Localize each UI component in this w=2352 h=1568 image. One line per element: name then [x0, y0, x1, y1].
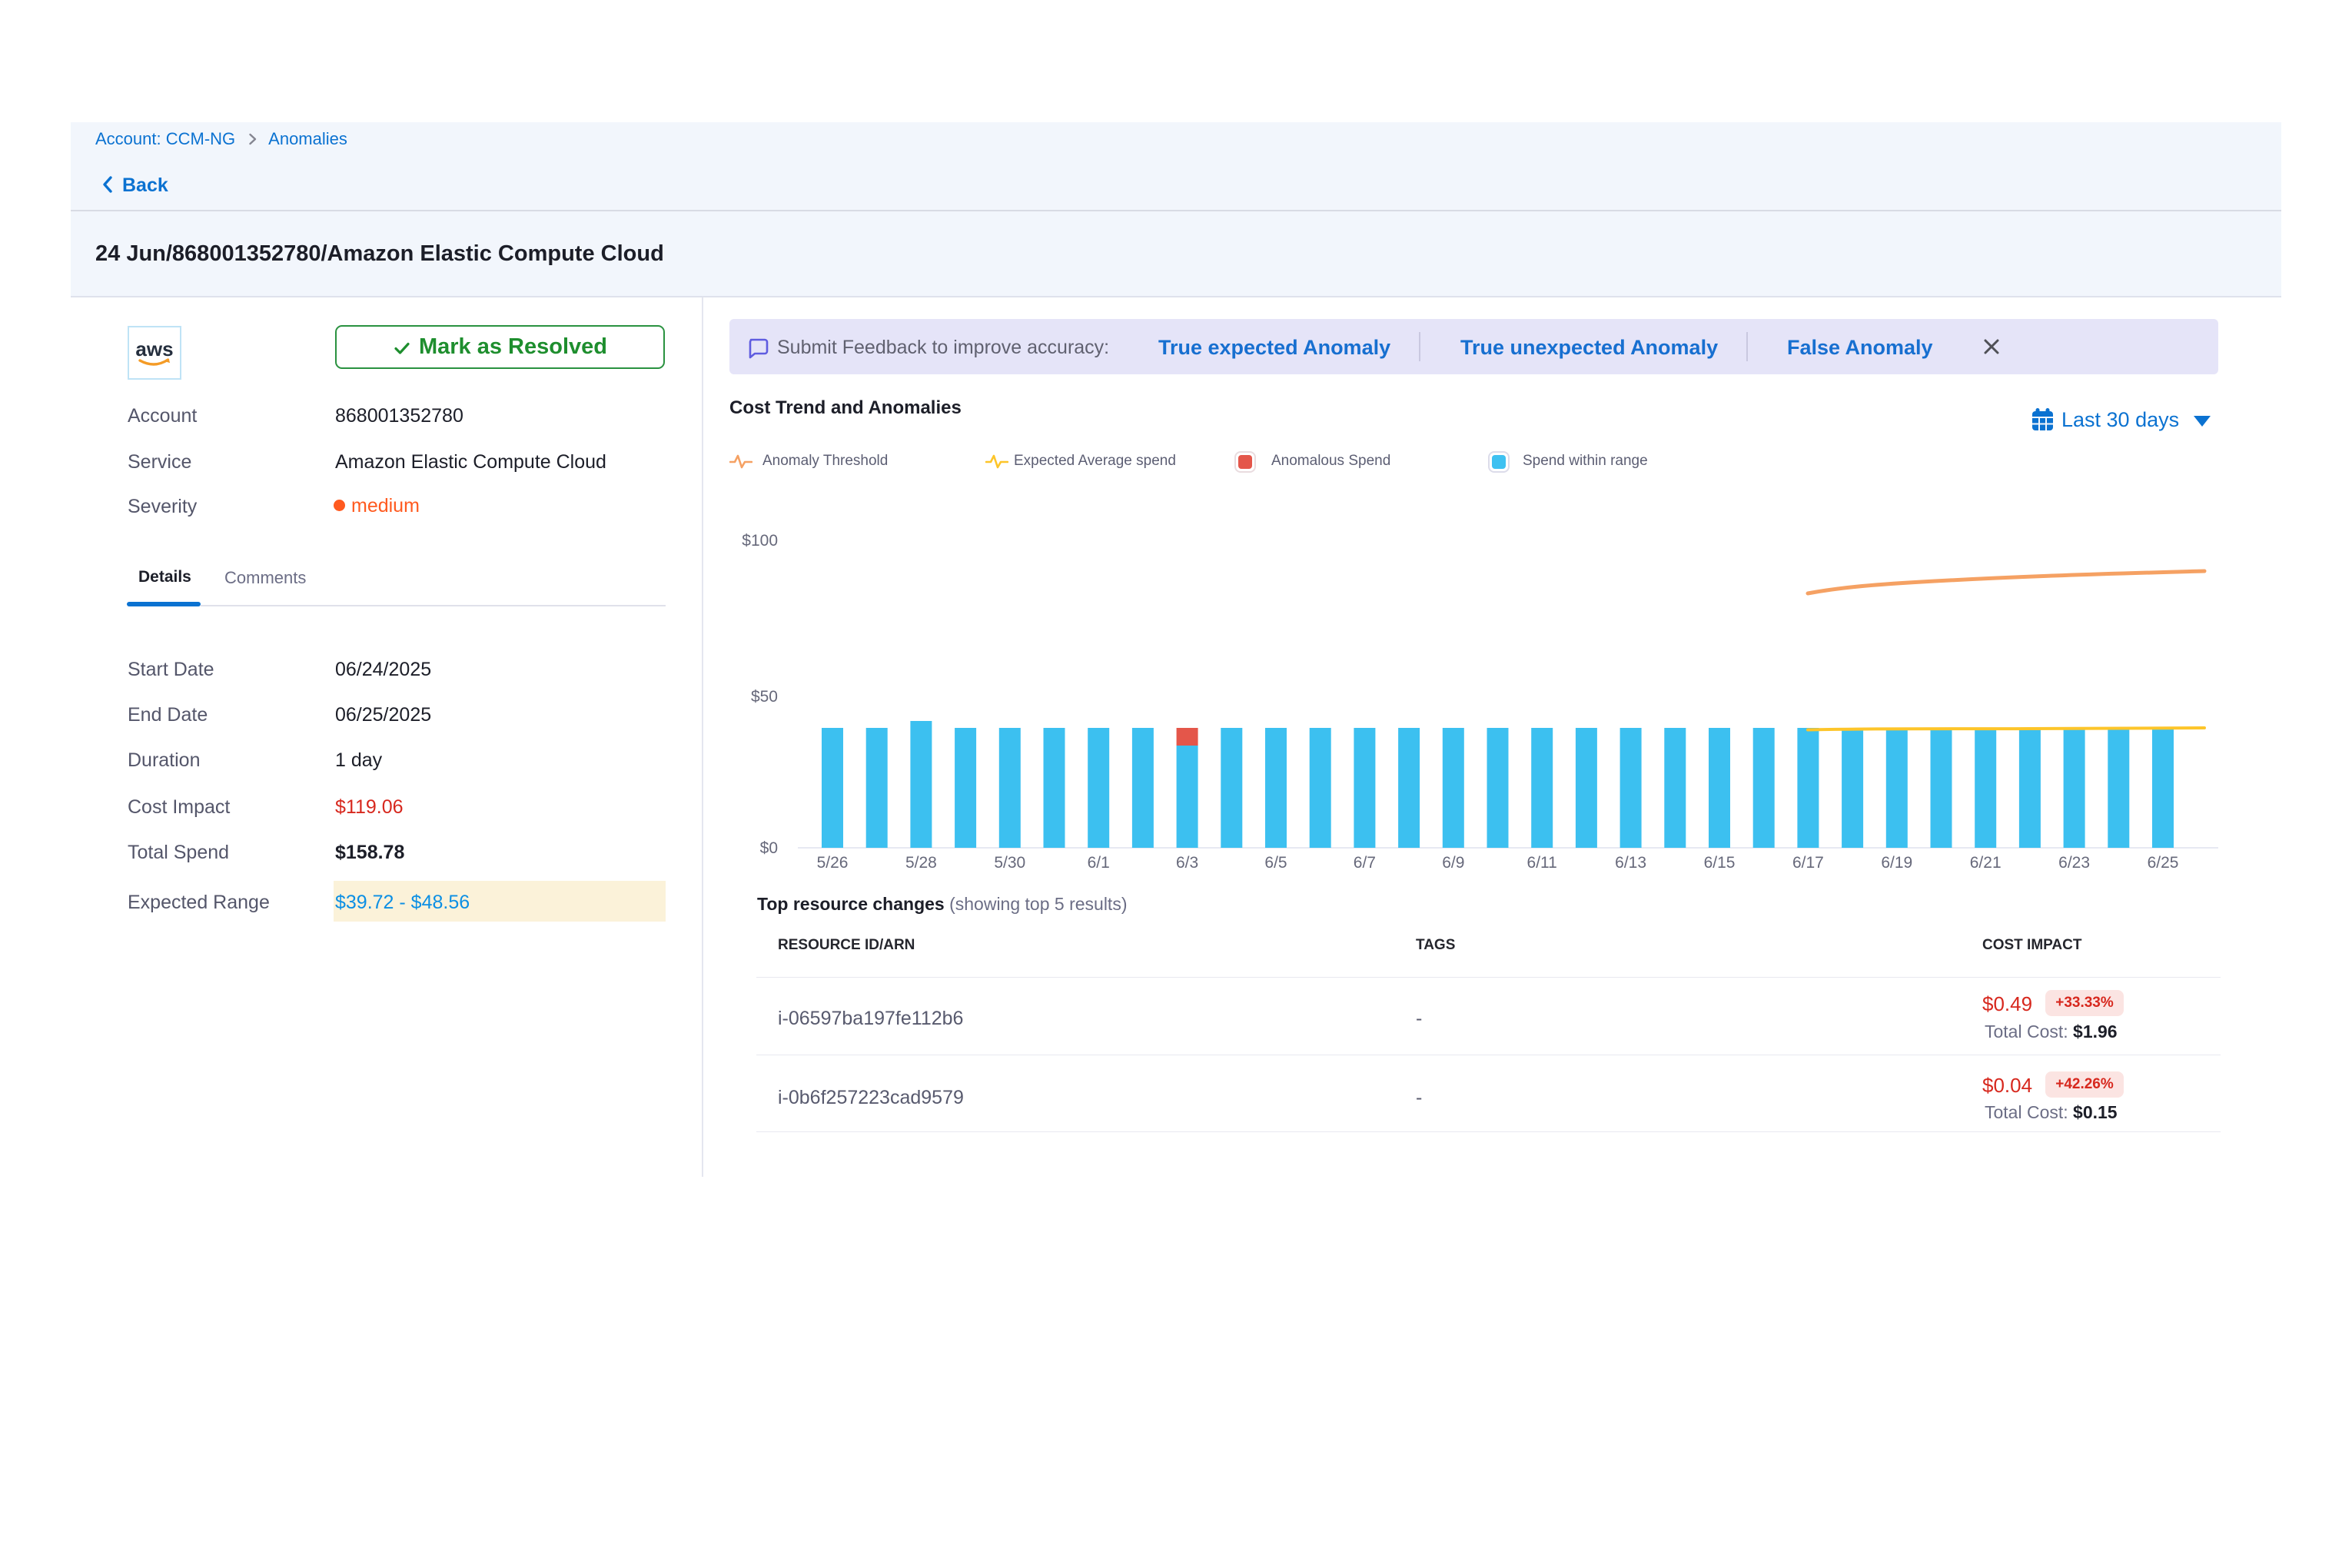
svg-text:6/17: 6/17	[1792, 854, 1824, 872]
svg-text:6/15: 6/15	[1704, 854, 1736, 872]
svg-text:6/3: 6/3	[1176, 854, 1198, 872]
svg-text:$50: $50	[751, 688, 778, 706]
svg-text:$0: $0	[760, 839, 778, 857]
svg-text:6/1: 6/1	[1088, 854, 1110, 872]
svg-text:aws: aws	[135, 337, 173, 360]
svg-text:5/28: 5/28	[905, 854, 937, 872]
svg-text:6/5: 6/5	[1264, 854, 1287, 872]
svg-text:6/7: 6/7	[1354, 854, 1376, 872]
svg-text:6/13: 6/13	[1615, 854, 1646, 872]
svg-text:6/9: 6/9	[1442, 854, 1464, 872]
svg-text:6/25: 6/25	[2148, 854, 2179, 872]
svg-text:6/19: 6/19	[1881, 854, 1912, 872]
svg-text:6/23: 6/23	[2058, 854, 2090, 872]
svg-text:5/30: 5/30	[994, 854, 1025, 872]
svg-text:6/11: 6/11	[1527, 854, 1557, 872]
svg-text:$100: $100	[742, 532, 778, 550]
svg-text:5/26: 5/26	[817, 854, 849, 872]
svg-text:6/21: 6/21	[1970, 854, 2002, 872]
